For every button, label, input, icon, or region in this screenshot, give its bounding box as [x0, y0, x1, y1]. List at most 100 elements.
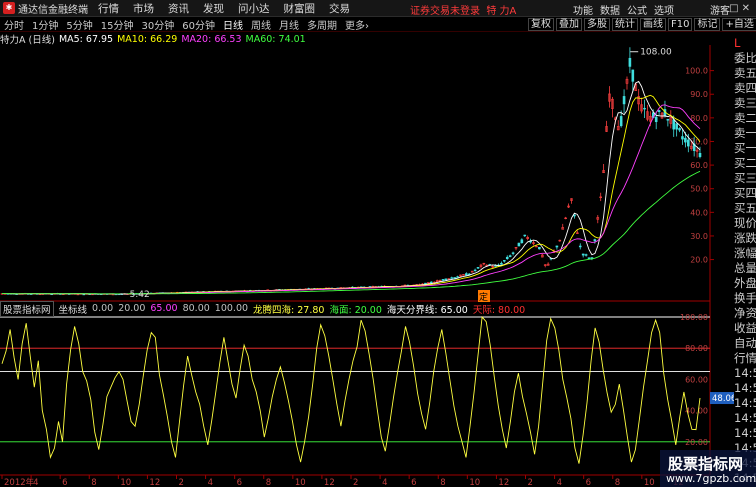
chart-tools: 复权 叠加 多股 统计 画线 F10 标记 +自选 返回 [528, 18, 756, 31]
period-weekly[interactable]: 周线 [247, 17, 275, 32]
sidebar-item[interactable]: 14:50 [734, 366, 756, 381]
x-tick-label: 12 [149, 478, 160, 487]
menu-discover[interactable]: 发现 [203, 1, 224, 16]
x-tick-label: 2 [528, 478, 533, 487]
sidebar-item[interactable]: 卖五 [734, 66, 756, 81]
sidebar-item[interactable]: 卖四 [734, 81, 756, 96]
sidebar-item[interactable]: 卖一 [734, 126, 756, 141]
sidebar-item[interactable]: 涨跌 [734, 231, 756, 246]
menu-quotes[interactable]: 行情 [98, 1, 119, 16]
menu-data[interactable]: 数据 [600, 2, 620, 17]
candle-body [684, 137, 687, 143]
chart-canvas[interactable]: 20.030.040.050.060.070.080.090.0100.0108… [0, 45, 734, 487]
menu-functions[interactable]: 功能 [573, 2, 593, 17]
sidebar-item[interactable]: 卖二 [734, 111, 756, 126]
sidebar-item[interactable]: 买五 [734, 201, 756, 216]
tool-add-watchlist[interactable]: +自选 [722, 18, 756, 31]
tool-f10[interactable]: F10 [668, 18, 693, 31]
indicator-button[interactable]: 股票指标网 [0, 300, 54, 317]
sidebar-item[interactable]: 卖三 [734, 96, 756, 111]
candle-body [476, 267, 480, 269]
tool-adjust[interactable]: 复权 [528, 18, 554, 31]
chevron-right-icon: › [364, 21, 369, 32]
y-tick-label: 40.0 [690, 208, 708, 217]
tool-stats[interactable]: 统计 [612, 18, 638, 31]
period-intraday[interactable]: 分时 [0, 17, 28, 32]
period-5min[interactable]: 5分钟 [62, 17, 96, 32]
indicator-line-value: 龙腾四海: 27.80 [253, 304, 325, 316]
maximize-icon[interactable]: □ [729, 3, 741, 14]
candle-body [520, 239, 524, 244]
sidebar-item[interactable]: 买四 [734, 186, 756, 201]
sidebar-item[interactable]: 14:50 [734, 396, 756, 411]
x-tick-label: 8 [440, 478, 445, 487]
ma60-line [1, 170, 701, 295]
sidebar-item[interactable]: 14:50 [734, 426, 756, 441]
ma5-line [1, 80, 701, 295]
sidebar-item[interactable]: 涨幅 [734, 246, 756, 261]
candle-body [555, 245, 559, 248]
menu-trade[interactable]: 交易 [329, 1, 350, 16]
period-more[interactable]: 更多› [341, 17, 373, 32]
sidebar-item[interactable]: 净资 [734, 306, 756, 321]
sidebar-item[interactable]: 外盘 [734, 276, 756, 291]
ma10-value: MA10: 66.29 [117, 33, 178, 45]
sidebar-item[interactable]: 换手 [734, 291, 756, 306]
tool-mark[interactable]: 标记 [694, 18, 721, 31]
sidebar-item[interactable]: 买一 [734, 141, 756, 156]
indicator-param: 100.00 [214, 303, 249, 314]
sidebar-item[interactable]: 收益 [734, 321, 756, 336]
x-tick-label: 6 [237, 478, 242, 487]
candle-body [465, 273, 468, 276]
x-tick-label: 4 [208, 478, 213, 487]
tool-draw[interactable]: 画线 [640, 18, 666, 31]
sidebar-item[interactable]: 自动 [734, 336, 756, 351]
x-tick-label: 4 [33, 478, 38, 487]
sidebar-item[interactable]: 行情 [734, 351, 756, 366]
x-tick-label: 12 [498, 478, 509, 487]
tool-multi-stock[interactable]: 多股 [584, 18, 610, 31]
tool-overlay[interactable]: 叠加 [556, 18, 582, 31]
close-icon[interactable]: ✕ [742, 3, 753, 14]
y-tick-label: 60.0 [690, 161, 708, 170]
quote-sidebar[interactable]: L 委比 卖五 卖四 卖三 卖二 卖一 买一 买二 买三 买四 买五 现价 涨跌 涨幅 总量 外盘 换手 净资 收益… [734, 36, 756, 486]
menu-wealth-circle[interactable]: 财富圈 [284, 1, 316, 16]
login-warning[interactable]: 证券交易未登录 特 力A [410, 2, 516, 17]
sidebar-item[interactable]: 买三 [734, 171, 756, 186]
menu-formula[interactable]: 公式 [627, 2, 647, 17]
period-daily[interactable]: 日线 [219, 17, 247, 32]
candle-body [430, 281, 433, 284]
minimize-icon[interactable]: – [721, 3, 729, 14]
indicator-line-value: 海面: 20.00 [329, 304, 382, 316]
sidebar-item[interactable]: 现价 [734, 216, 756, 231]
sidebar-item[interactable]: 总量 [734, 261, 756, 276]
x-tick-label: 4 [557, 478, 562, 487]
period-60min[interactable]: 60分钟 [178, 17, 219, 32]
y-tick-label: 30.0 [690, 232, 708, 241]
sidebar-item[interactable]: 买二 [734, 156, 756, 171]
sidebar-item[interactable]: 委比 [734, 51, 756, 66]
candle-body [438, 280, 442, 282]
x-tick-label: 6 [411, 478, 416, 487]
menu-ask[interactable]: 问小达 [238, 1, 270, 16]
indicator-label-bar: 股票指标网 坐标线 0.00 20.00 65.00 80.00 100.00 … [0, 300, 710, 317]
period-1min[interactable]: 1分钟 [28, 17, 62, 32]
period-monthly[interactable]: 月线 [275, 17, 303, 32]
last-value-label: 48.06 [712, 394, 734, 404]
menu-news[interactable]: 资讯 [168, 1, 189, 16]
x-tick-label: 8 [266, 478, 271, 487]
candle-body [456, 276, 459, 278]
period-15min[interactable]: 15分钟 [97, 17, 138, 32]
x-tick-label: 4 [382, 478, 387, 487]
candle-body [494, 265, 497, 267]
watermark-url: www.7gpzb.com [666, 472, 756, 485]
menu-options[interactable]: 选项 [654, 2, 674, 17]
candle-body [578, 245, 582, 248]
period-multi[interactable]: 多周期 [303, 17, 341, 32]
indicator-y-tick: 20.00 [685, 438, 708, 447]
sidebar-item[interactable]: 14:50 [734, 381, 756, 396]
menu-market[interactable]: 市场 [133, 1, 154, 16]
candle-body [657, 110, 661, 113]
sidebar-item[interactable]: 14:50 [734, 411, 756, 426]
period-30min[interactable]: 30分钟 [137, 17, 178, 32]
